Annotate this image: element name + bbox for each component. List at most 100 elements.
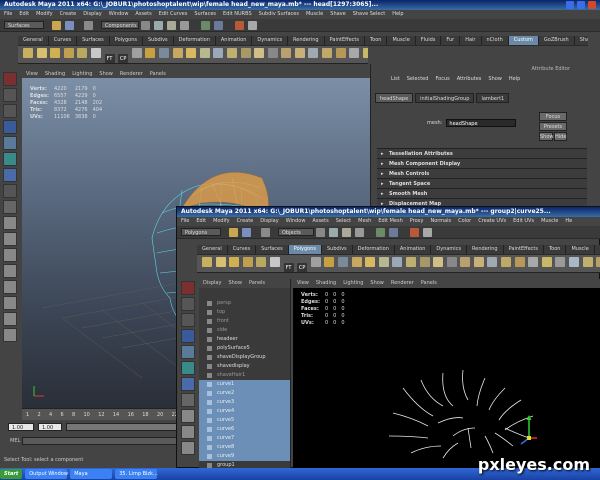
ae-tab-headshape[interactable]: headShape [375,93,414,103]
menu-modify[interactable]: Modify [213,218,230,224]
ipr-icon[interactable] [248,20,257,30]
shelf-tool-icon[interactable] [213,48,224,58]
ae-tab-initialshadinggroup[interactable]: initialShadingGroup [415,93,475,103]
scale-tool-icon[interactable] [3,152,17,166]
panel-menu-show[interactable]: Show [370,280,384,286]
shelf-tool-icon[interactable] [378,257,389,267]
shelf-tool-icon[interactable] [501,257,512,267]
shelf-tool-icon[interactable] [362,48,368,58]
shelf-tool-icon[interactable] [50,48,61,58]
menu-he[interactable]: He [565,218,572,224]
shelf-tool-icon[interactable] [473,257,484,267]
outliner-item[interactable]: polySurface5 [199,344,290,353]
shelf-tool-icon[interactable] [242,257,253,267]
start-button[interactable]: Start [0,469,23,479]
menu-mesh[interactable]: Mesh [358,218,371,224]
outliner-item[interactable]: shaveDisplayGroup [199,353,290,362]
render-icon[interactable] [235,20,244,30]
mel-input[interactable] [22,437,182,445]
shelf-tool-icon[interactable] [294,48,305,58]
layout-single-icon[interactable] [3,216,17,230]
shelf-tool-icon[interactable] [582,257,593,267]
menu-modify[interactable]: Modify [36,11,53,17]
select-tool-icon[interactable] [181,281,195,295]
tab-animation[interactable]: Animation [216,36,253,45]
menu-proxy[interactable]: Proxy [410,218,424,224]
outliner-item[interactable]: headeer [199,335,290,344]
shelf-tool-icon[interactable] [446,257,457,267]
tab-general[interactable]: General [18,36,49,45]
front-window-title[interactable]: Autodesk Maya 2011 x64: G:\_JOBUR1\photo… [177,207,600,217]
shelf-tool-icon[interactable] [256,257,267,267]
shelf-tool-icon[interactable] [310,257,321,267]
panel-menu-renderer[interactable]: Renderer [120,71,143,77]
outliner-item[interactable]: curve3 [199,398,290,407]
layout-four-icon[interactable] [181,425,195,439]
tab-gozbrush[interactable]: GoZBrush [539,36,575,45]
shelf-tool-icon[interactable] [569,257,580,267]
shelf-tool-icon[interactable] [229,257,240,267]
menu-edit-mesh[interactable]: Edit Mesh [378,218,402,224]
menu-assets[interactable]: Assets [135,11,151,17]
shelf-tool-icon[interactable] [349,48,360,58]
tab-curves[interactable]: Curves [49,36,78,45]
menu-edit-curves[interactable]: Edit Curves [159,11,188,17]
layout-outliner-icon[interactable] [181,441,195,455]
tab-deformation[interactable]: Deformation [174,36,216,45]
snap-curve-icon[interactable] [214,20,223,30]
ae-menu-attributes[interactable]: Attributes [457,76,482,82]
shelf-cp-icon[interactable]: CP [118,54,129,63]
shelf-tool-icon[interactable] [215,257,226,267]
mask-icon-d[interactable] [180,20,189,30]
menu-shave[interactable]: Shave [330,11,345,17]
layout-single-icon[interactable] [181,409,195,423]
menu-muscle[interactable]: Muscle [541,218,558,224]
taskbar-item-maya[interactable]: Maya [70,469,113,479]
rotate-tool-icon[interactable] [3,136,17,150]
shelf-tool-icon[interactable] [281,48,292,58]
panel-menu-view[interactable]: View [297,280,309,286]
presets-button[interactable]: Presets [539,122,567,131]
tab-polygons[interactable]: Polygons [110,36,143,45]
menu-edit-uvs[interactable]: Edit UVs [513,218,534,224]
tab-rendering[interactable]: Rendering [288,36,325,45]
tab-general[interactable]: General [197,245,228,254]
snap-icon[interactable] [376,227,385,237]
minimize-icon[interactable] [566,1,574,9]
outliner-item[interactable]: front [199,317,290,326]
ae-section-mesh-controls[interactable]: ▸ Mesh Controls [377,168,587,178]
menu-edit[interactable]: Edit [19,11,29,17]
mask-icon-d[interactable] [355,227,364,237]
show-button[interactable]: Show [539,132,554,141]
shelf-tool-icon[interactable] [487,257,498,267]
shelf-tool-icon[interactable] [322,48,333,58]
ae-menu-selected[interactable]: Selected [407,76,429,82]
range-inner-field[interactable]: 1.00 [38,423,62,431]
outliner-item[interactable]: curve8 [199,443,290,452]
objects-dropdown[interactable]: Objects [278,228,314,236]
shelf-tool-icon[interactable] [226,48,237,58]
shelf-tool-icon[interactable] [267,48,278,58]
tab-surfaces[interactable]: Surfaces [77,36,110,45]
tab-painteffects[interactable]: PaintEffects [504,245,544,254]
layout-custom-icon[interactable] [3,312,17,326]
move-tool-icon[interactable] [3,120,17,134]
ae-tab-lambert1[interactable]: lambert1 [476,93,510,103]
mode-dropdown[interactable]: Surfaces [4,21,44,29]
select-mask-icon[interactable] [84,20,93,30]
shelf-tool-icon[interactable] [337,257,348,267]
front-viewport[interactable]: Verts: 0 0 0 Edges: 0 0 0 Faces: 0 0 0 Tris: 0 0 0 UVs: 0… [293,288,600,469]
select-mask-icon[interactable] [261,227,270,237]
folder-icon[interactable] [229,227,238,237]
snap-icon[interactable] [201,20,210,30]
outliner-item[interactable]: persp [199,299,290,308]
shelf-tool-icon[interactable] [131,48,142,58]
tab-subdivs[interactable]: Subdivs [322,245,353,254]
tab-dynamics[interactable]: Dynamics [252,36,289,45]
shelf-tool-icon[interactable] [23,48,33,58]
tab-shave[interactable]: Shave [575,36,588,45]
maximize-icon[interactable] [577,1,585,9]
shelf-tool-icon[interactable] [324,257,335,267]
manipulator-icon[interactable] [3,168,17,182]
close-icon[interactable] [588,1,596,9]
